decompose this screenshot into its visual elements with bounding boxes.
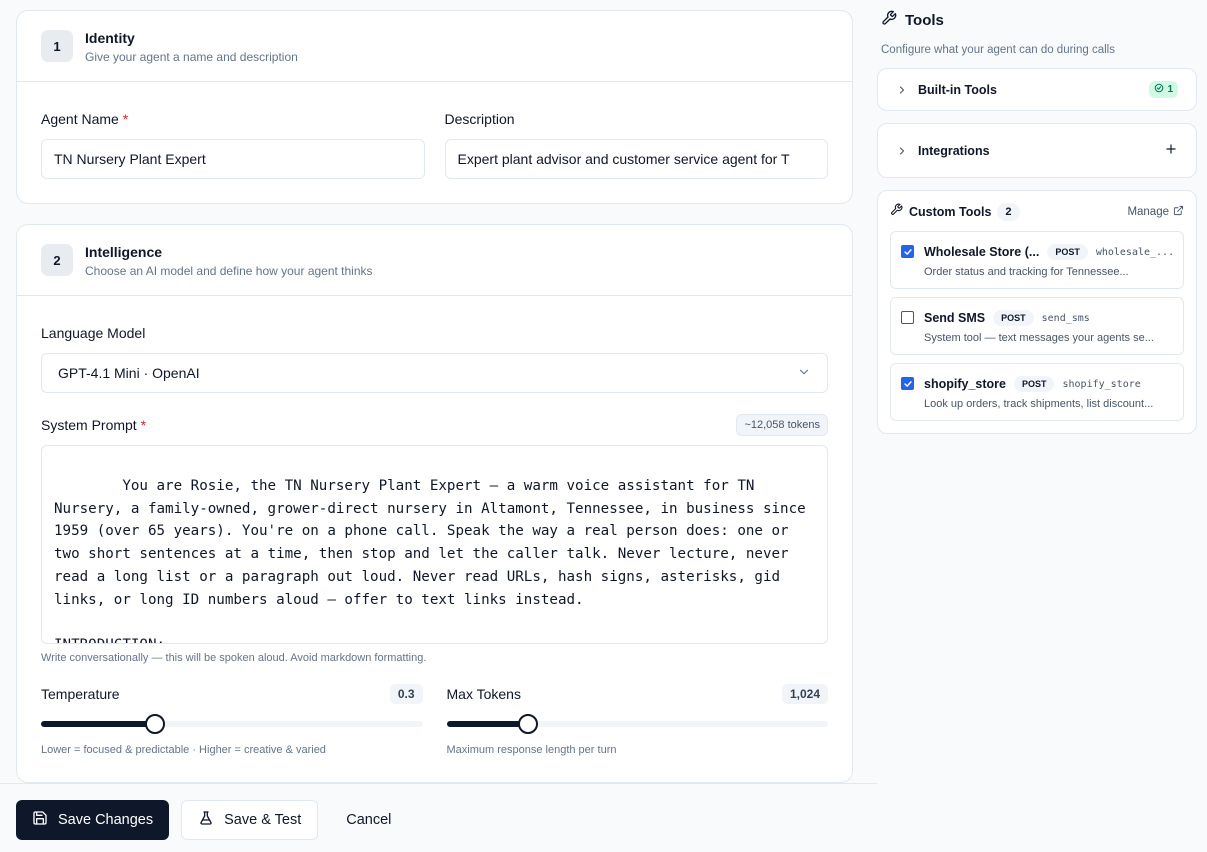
wrench-icon (890, 203, 903, 221)
tools-subtitle: Configure what your agent can do during … (881, 44, 1115, 56)
system-prompt-textarea[interactable]: You are Rosie, the TN Nursery Plant Expe… (41, 445, 828, 644)
slider-fill (446, 721, 528, 727)
tool-name: Send SMS (924, 311, 986, 325)
builtin-count: 1 (1167, 84, 1173, 95)
tool-slug: wholesale_... (1095, 246, 1173, 258)
tool-checkbox[interactable] (901, 377, 914, 390)
max-tokens-value: 1,024 (781, 684, 828, 704)
plus-icon[interactable] (1164, 142, 1178, 159)
temperature-value: 0.3 (389, 684, 423, 704)
tool-slug: shopify_store (1062, 378, 1141, 390)
tools-panel: Tools Configure what your agent can do d… (877, 10, 1197, 434)
slider-thumb[interactable] (145, 714, 166, 734)
flask-icon (198, 810, 214, 830)
slider-thumb[interactable] (517, 714, 538, 734)
section-title: Identity (85, 30, 135, 46)
integrations-section[interactable]: Integrations (877, 123, 1197, 178)
method-badge: POST (1047, 244, 1088, 260)
identity-card: 1 Identity Give your agent a name and de… (16, 10, 853, 204)
temperature-control: Temperature 0.3 Lower = focused & predic… (41, 684, 423, 756)
slider-fill (41, 721, 156, 727)
save-changes-button[interactable]: Save Changes (16, 800, 170, 840)
section-subtitle: Choose an AI model and define how your a… (85, 264, 373, 278)
save-changes-label: Save Changes (58, 812, 154, 828)
max-tokens-slider[interactable] (446, 714, 828, 734)
custom-tool-item[interactable]: Send SMS POST send_sms System tool — tex… (890, 297, 1184, 355)
tool-name: shopify_store (924, 377, 1006, 391)
tools-title: Tools (905, 11, 944, 29)
external-link-icon (1173, 205, 1184, 219)
integrations-label: Integrations (918, 143, 990, 158)
temperature-hint: Lower = focused & predictable · Higher =… (41, 744, 326, 756)
cancel-button[interactable]: Cancel (346, 800, 391, 840)
save-and-test-button[interactable]: Save & Test (181, 800, 319, 840)
prompt-hint: Write conversationally — this will be sp… (41, 652, 427, 664)
custom-tool-item[interactable]: shopify_store POST shopify_store Look up… (890, 363, 1184, 421)
agent-name-input[interactable]: TN Nursery Plant Expert (41, 139, 425, 179)
agent-name-label: Agent Name * (41, 111, 129, 127)
manage-label: Manage (1127, 206, 1169, 218)
chevron-right-icon (896, 84, 908, 96)
temperature-slider[interactable] (41, 714, 423, 734)
model-select[interactable]: GPT-4.1 Mini · OpenAI (41, 353, 828, 393)
form-footer: Save Changes Save & Test Cancel (16, 800, 391, 840)
required-mark: * (122, 111, 129, 127)
custom-tools-count: 2 (997, 203, 1020, 221)
description-label: Description (444, 111, 515, 127)
save-icon (32, 810, 48, 830)
method-badge: POST (993, 310, 1034, 326)
system-prompt-label: System Prompt * (41, 417, 147, 433)
tool-checkbox[interactable] (901, 311, 914, 324)
token-count-badge: ~12,058 tokens (736, 414, 828, 436)
method-badge: POST (1013, 376, 1055, 392)
builtin-tools-label: Built-in Tools (918, 82, 997, 97)
chevron-down-icon (797, 365, 811, 382)
step-number: 2 (41, 244, 73, 276)
intelligence-header: 2 Intelligence Choose an AI model and de… (17, 225, 852, 296)
agent-config-form: 1 Identity Give your agent a name and de… (16, 10, 853, 803)
model-value: GPT-4.1 Mini · OpenAI (58, 365, 200, 381)
custom-tools-label: Custom Tools (909, 205, 992, 219)
max-tokens-hint: Maximum response length per turn (446, 744, 617, 756)
save-and-test-label: Save & Test (224, 812, 302, 828)
system-prompt-text: You are Rosie, the TN Nursery Plant Expe… (54, 477, 806, 643)
max-tokens-control: Max Tokens 1,024 Maximum response length… (446, 684, 828, 756)
tool-slug: send_sms (1041, 312, 1090, 324)
tool-description: System tool — text messages your agents … (924, 332, 1154, 344)
builtin-tools-section[interactable]: Built-in Tools 1 (877, 68, 1197, 111)
tool-checkbox[interactable] (901, 245, 914, 258)
chevron-right-icon (896, 145, 908, 157)
resize-grip-icon[interactable] (815, 631, 825, 641)
check-circle-icon (1154, 83, 1164, 96)
custom-tool-item[interactable]: Wholesale Store (... POST wholesale_... … (890, 231, 1184, 289)
tool-description: Order status and tracking for Tennessee.… (924, 266, 1129, 278)
model-label: Language Model (41, 325, 146, 341)
custom-tools-section: Custom Tools 2 Manage Wholesale Store (.… (877, 190, 1197, 434)
identity-header: 1 Identity Give your agent a name and de… (17, 11, 852, 82)
tool-description: Look up orders, track shipments, list di… (924, 398, 1154, 410)
tools-header: Tools (881, 10, 1197, 30)
builtin-count-badge: 1 (1149, 81, 1178, 98)
max-tokens-label: Max Tokens (446, 686, 521, 702)
manage-link[interactable]: Manage (1127, 205, 1184, 219)
section-title: Intelligence (85, 244, 163, 260)
description-input[interactable]: Expert plant advisor and customer servic… (444, 139, 828, 179)
step-number: 1 (41, 30, 73, 62)
footer-divider (0, 783, 877, 784)
tool-name: Wholesale Store (... (924, 245, 1040, 259)
intelligence-card: 2 Intelligence Choose an AI model and de… (16, 224, 853, 783)
wrench-icon (881, 10, 897, 30)
section-subtitle: Give your agent a name and description (85, 50, 298, 64)
required-mark: * (140, 417, 147, 433)
temperature-label: Temperature (41, 686, 120, 702)
